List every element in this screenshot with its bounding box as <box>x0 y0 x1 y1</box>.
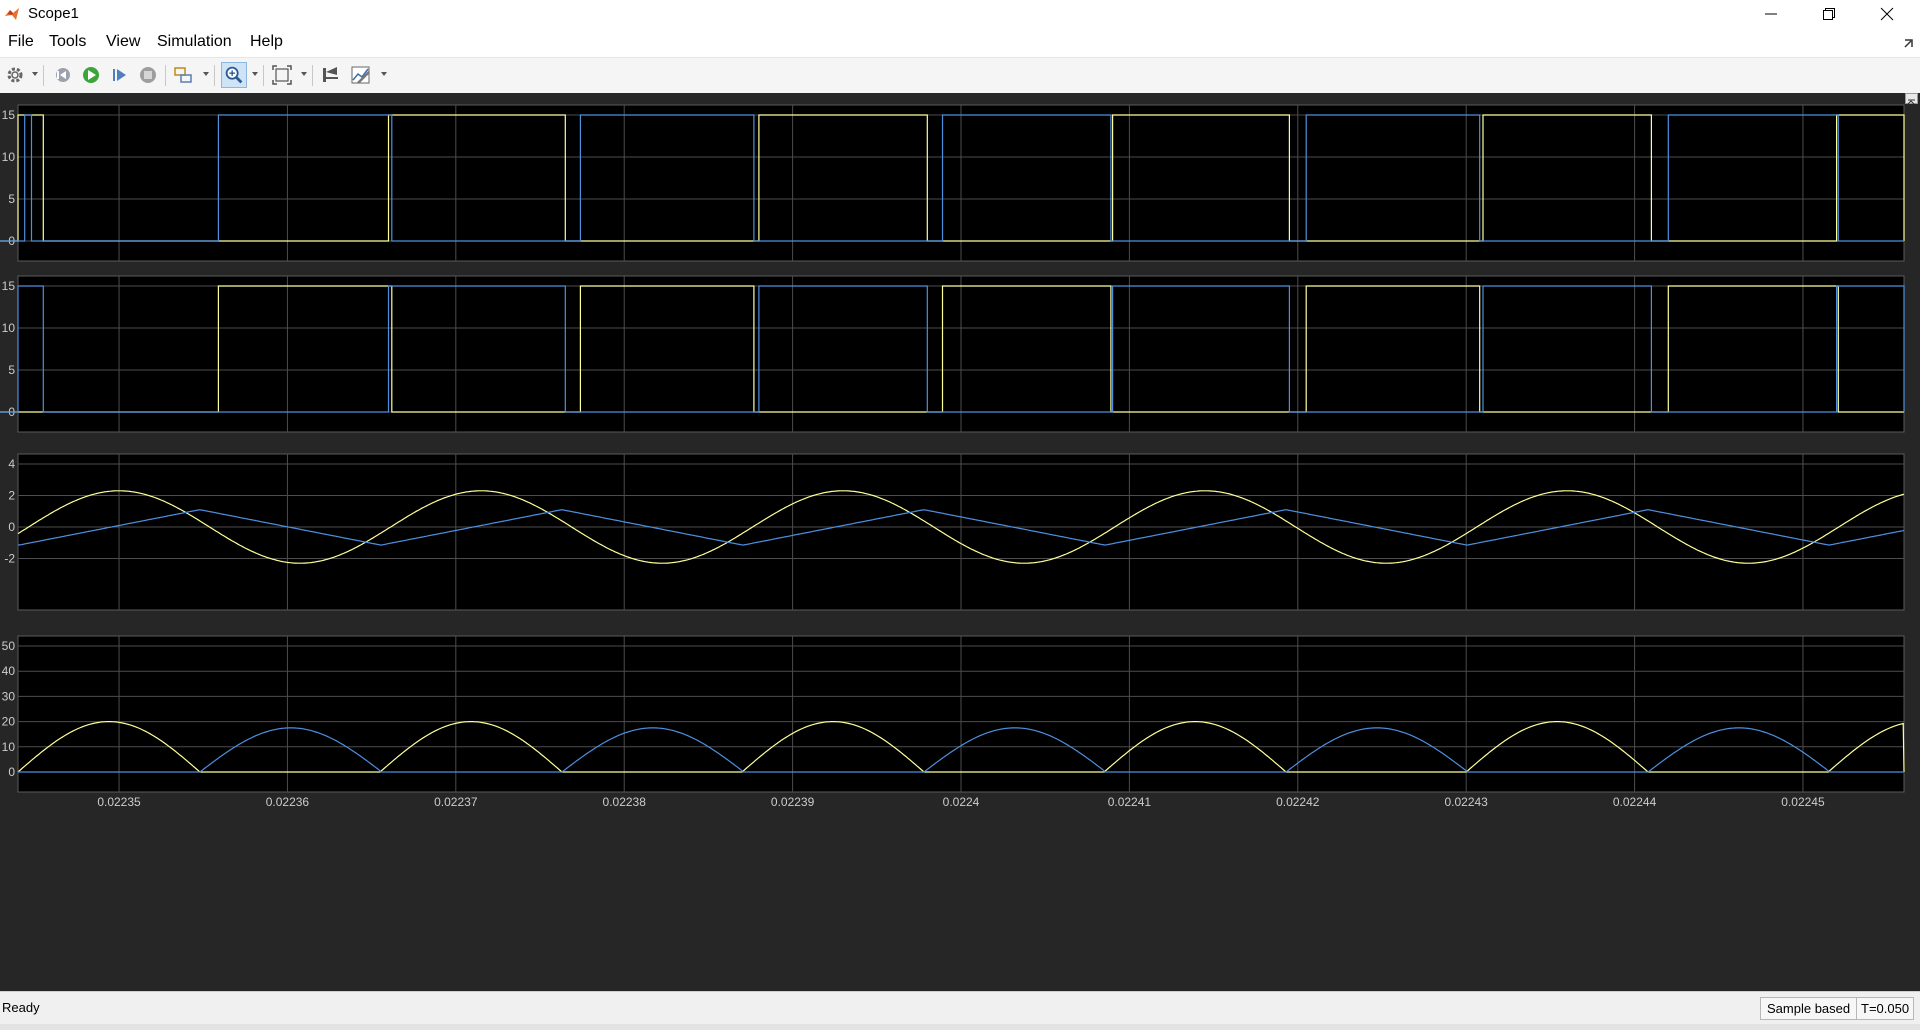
style-icon[interactable] <box>350 64 372 86</box>
y-tick-label: 10 <box>2 321 16 335</box>
zoom-in-icon[interactable] <box>221 62 247 88</box>
y-tick-label: 0 <box>8 765 15 779</box>
simulation-time-indicator: T=0.050 <box>1856 997 1915 1020</box>
x-tick-label: 0.02238 <box>603 795 647 809</box>
stop-icon[interactable] <box>137 64 159 86</box>
y-tick-label: 30 <box>2 689 16 703</box>
dock-arrow-icon[interactable] <box>1904 38 1914 48</box>
restore-icon <box>1823 8 1835 20</box>
title-bar: Scope1 <box>0 0 1920 29</box>
gear-menu-chevron-icon[interactable] <box>32 72 38 76</box>
menu-file[interactable]: File <box>5 33 37 51</box>
fit-to-view-icon[interactable] <box>271 64 293 86</box>
scope-axes[interactable]: 051015051015-2024010203040500.02235 0.022… <box>0 93 1920 988</box>
x-tick-label: 0.02244 <box>1613 795 1657 809</box>
close-icon <box>1880 7 1894 21</box>
x-tick-label: 0.02245 <box>1781 795 1825 809</box>
step-back-icon[interactable] <box>51 64 73 86</box>
y-tick-label: 0 <box>8 520 15 534</box>
y-tick-label: 15 <box>2 108 16 122</box>
x-tick-label: 0.02241 <box>1108 795 1152 809</box>
window-title: Scope1 <box>28 5 79 22</box>
y-tick-label: 15 <box>2 279 16 293</box>
toolbar-separator <box>312 65 313 86</box>
x-tick-label: 0.0224 <box>943 795 980 809</box>
y-tick-label: 20 <box>2 715 16 729</box>
undock-icon <box>1907 99 1915 105</box>
matlab-logo-icon <box>5 8 19 20</box>
y-tick-label: 2 <box>8 489 15 503</box>
y-tick-label: -2 <box>4 552 15 566</box>
menu-view[interactable]: View <box>103 33 143 51</box>
status-text: Ready <box>2 1000 40 1015</box>
menu-bar: File Tools View Simulation Help <box>0 29 1920 57</box>
zoom-chevron-icon[interactable] <box>252 72 258 76</box>
toolbar <box>0 57 1920 94</box>
y-tick-label: 50 <box>2 639 16 653</box>
sample-mode-indicator: Sample based <box>1760 997 1858 1020</box>
menu-tools[interactable]: Tools <box>46 33 89 51</box>
gear-icon[interactable] <box>4 64 26 86</box>
status-strip <box>0 1024 1920 1030</box>
x-tick-label: 0.02242 <box>1276 795 1320 809</box>
x-tick-label: 0.02237 <box>434 795 478 809</box>
restore-layout-button[interactable] <box>1905 93 1918 105</box>
fit-chevron-icon[interactable] <box>301 72 307 76</box>
toolbar-separator <box>263 65 264 86</box>
restore-button[interactable] <box>1806 0 1852 29</box>
y-tick-label: 10 <box>2 150 16 164</box>
y-tick-label: 5 <box>8 363 15 377</box>
run-icon[interactable] <box>80 64 102 86</box>
menu-help[interactable]: Help <box>247 33 286 51</box>
x-tick-label: 0.02243 <box>1444 795 1488 809</box>
x-tick-label: 0.02239 <box>771 795 815 809</box>
x-tick-label: 0.02235 <box>97 795 141 809</box>
close-button[interactable] <box>1864 0 1910 29</box>
toolbar-separator <box>43 65 44 86</box>
cursor-measure-icon[interactable] <box>320 64 342 86</box>
y-tick-label: 10 <box>2 740 16 754</box>
x-tick-label: 0.02236 <box>266 795 310 809</box>
y-tick-label: 40 <box>2 664 16 678</box>
y-tick-label: 4 <box>8 457 15 471</box>
minimize-icon <box>1765 13 1777 15</box>
menu-simulation[interactable]: Simulation <box>154 33 235 51</box>
y-tick-label: 5 <box>8 192 15 206</box>
status-bar: Ready Sample based T=0.050 <box>0 991 1920 1030</box>
style-chevron-icon[interactable] <box>381 72 387 76</box>
toolbar-separator <box>165 65 166 86</box>
step-forward-icon[interactable] <box>109 64 131 86</box>
minimize-button[interactable] <box>1748 0 1794 29</box>
toolbar-separator <box>214 65 215 86</box>
scope-plot-area[interactable]: 0 5 10 15 0 5 10 15 -2 0 2 4 0 10 20 30 40 50 0.02235 0.022… <box>0 93 1920 988</box>
signal-select-chevron-icon[interactable] <box>203 72 209 76</box>
signal-select-icon[interactable] <box>173 64 195 86</box>
